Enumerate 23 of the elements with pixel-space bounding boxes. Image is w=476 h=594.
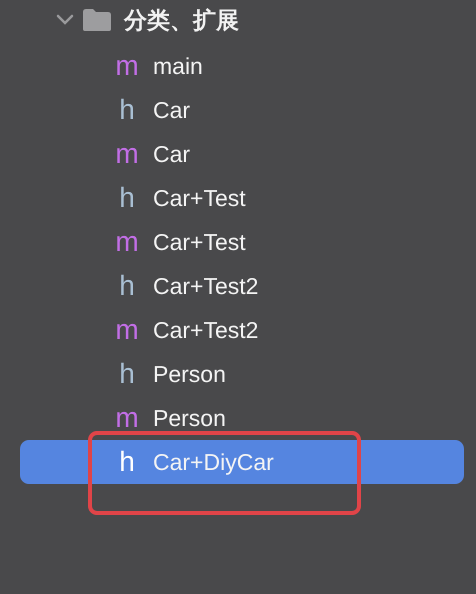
file-item[interactable]: m Car+Test (20, 220, 464, 264)
file-item[interactable]: h Car (20, 88, 464, 132)
file-type-icon: m (112, 139, 142, 169)
file-type-icon: h (112, 447, 142, 477)
file-item[interactable]: m main (20, 44, 464, 88)
file-item[interactable]: m Car+Test2 (20, 308, 464, 352)
chevron-down-icon[interactable] (56, 14, 74, 26)
file-type-icon: m (112, 403, 142, 433)
file-type-icon: h (112, 95, 142, 125)
file-item[interactable]: h Car+DiyCar (20, 440, 464, 484)
folder-icon (82, 8, 112, 32)
file-type-icon: m (112, 315, 142, 345)
folder-name: 分类、扩展 (124, 6, 239, 34)
file-type-icon: m (112, 227, 142, 257)
file-item[interactable]: h Person (20, 352, 464, 396)
file-item[interactable]: m Car (20, 132, 464, 176)
file-type-icon: h (112, 359, 142, 389)
file-item[interactable]: h Car+Test (20, 176, 464, 220)
file-type-icon: h (112, 271, 142, 301)
file-type-icon: h (112, 183, 142, 213)
file-item[interactable]: h Car+Test2 (20, 264, 464, 308)
file-type-icon: m (112, 51, 142, 81)
file-item[interactable]: m Person (20, 396, 464, 440)
